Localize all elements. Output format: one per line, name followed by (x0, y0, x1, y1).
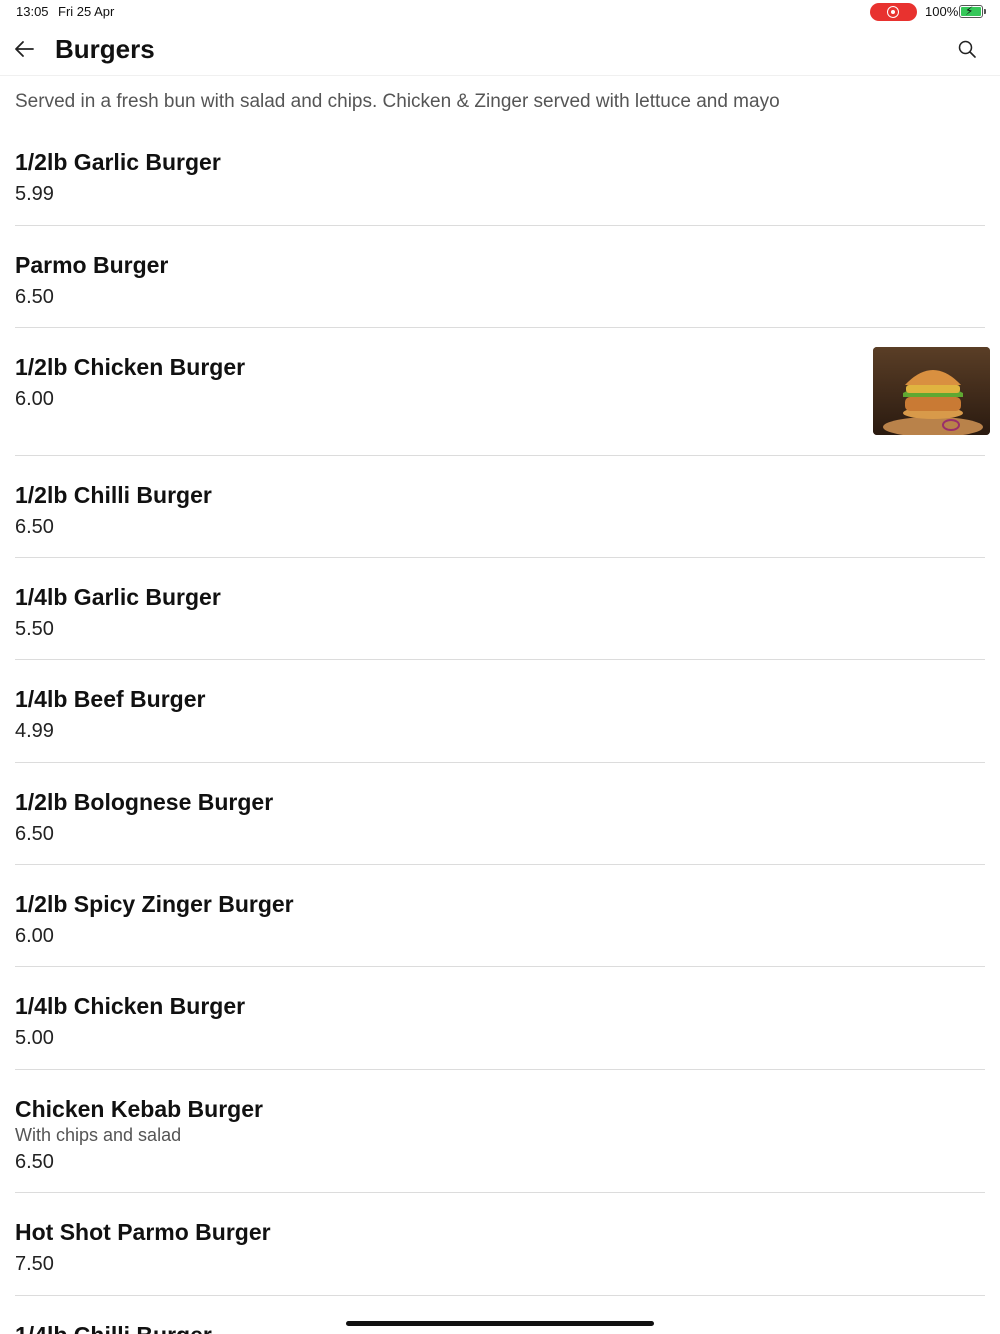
home-indicator[interactable] (346, 1321, 654, 1326)
search-icon[interactable] (957, 39, 977, 59)
item-name: Parmo Burger (15, 252, 169, 278)
battery-cap (984, 9, 986, 14)
item-name: Chicken Kebab Burger (15, 1096, 263, 1122)
menu-item[interactable]: Hot Shot Parmo Burger 7.50 (15, 1193, 985, 1296)
item-name: 1/2lb Garlic Burger (15, 149, 221, 175)
item-name: 1/4lb Chilli Burger (15, 1322, 212, 1334)
menu-item-list: 1/2lb Garlic Burger 5.99 Parmo Burger 6.… (15, 128, 990, 1334)
item-price: 7.50 (15, 1253, 54, 1275)
menu-item[interactable]: 1/2lb Garlic Burger 5.99 (15, 128, 985, 226)
category-description: Served in a fresh bun with salad and chi… (15, 91, 780, 112)
menu-item[interactable]: 1/2lb Chilli Burger 6.50 (15, 456, 985, 558)
item-price: 6.50 (15, 823, 54, 845)
menu-item[interactable]: 1/2lb Chicken Burger 6.00 (15, 328, 990, 456)
status-bar: 13:05 Fri 25 Apr 100% ⚡ (0, 0, 1000, 24)
item-price: 6.00 (15, 925, 54, 947)
item-price: 5.99 (15, 183, 54, 205)
menu-item[interactable]: Chicken Kebab Burger With chips and sala… (15, 1070, 985, 1193)
status-date: Fri 25 Apr (58, 4, 115, 19)
status-time: 13:05 (16, 4, 49, 19)
burger-photo (873, 347, 990, 435)
menu-item[interactable]: 1/4lb Beef Burger 4.99 (15, 660, 985, 763)
item-name: 1/4lb Garlic Burger (15, 584, 221, 610)
item-name: 1/2lb Spicy Zinger Burger (15, 891, 294, 917)
item-price: 6.50 (15, 1151, 54, 1173)
item-name: 1/2lb Bolognese Burger (15, 789, 274, 815)
item-description: With chips and salad (15, 1125, 182, 1145)
top-app-bar: Burgers (0, 24, 1000, 76)
item-price: 6.00 (15, 388, 54, 410)
item-name: 1/4lb Beef Burger (15, 686, 206, 712)
item-name: 1/2lb Chilli Burger (15, 482, 212, 508)
item-price: 5.50 (15, 618, 54, 640)
battery-percentage: 100% (925, 4, 959, 19)
menu-item[interactable]: 1/2lb Spicy Zinger Burger 6.00 (15, 865, 985, 967)
menu-item[interactable]: 1/4lb Chicken Burger 5.00 (15, 967, 985, 1070)
screen-recording-indicator[interactable] (870, 3, 917, 21)
item-price: 5.00 (15, 1027, 54, 1049)
menu-item[interactable]: 1/2lb Bolognese Burger 6.50 (15, 763, 985, 865)
item-price: 6.50 (15, 516, 54, 538)
record-icon (887, 6, 899, 18)
charging-bolt-icon: ⚡ (965, 4, 974, 18)
menu-item[interactable]: 1/4lb Chilli Burger (15, 1296, 985, 1334)
item-price: 6.50 (15, 286, 54, 308)
item-name: 1/4lb Chicken Burger (15, 993, 246, 1019)
item-name: Hot Shot Parmo Burger (15, 1219, 271, 1245)
item-price: 4.99 (15, 720, 54, 742)
arrow-left-icon[interactable] (13, 38, 35, 60)
menu-item[interactable]: 1/4lb Garlic Burger 5.50 (15, 558, 985, 660)
page-title: Burgers (55, 34, 155, 64)
item-name: 1/2lb Chicken Burger (15, 354, 246, 380)
menu-item[interactable]: Parmo Burger 6.50 (15, 226, 985, 328)
